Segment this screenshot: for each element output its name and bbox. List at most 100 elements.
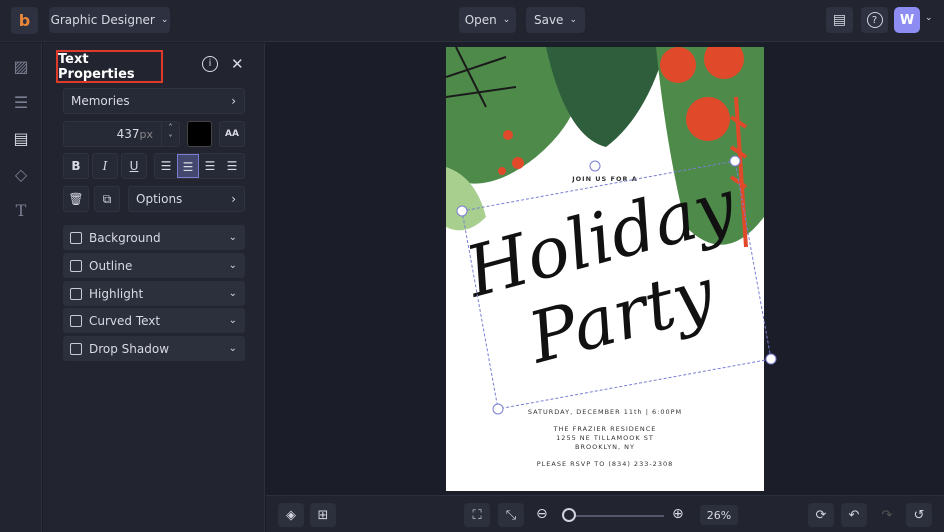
logo-icon: b	[18, 11, 31, 30]
checkbox[interactable]	[70, 231, 82, 244]
align-right-icon[interactable]: ☰	[199, 159, 221, 173]
venue-text: THE FRAZIER RESIDENCE	[553, 425, 657, 433]
checkbox[interactable]	[70, 314, 82, 327]
avatar[interactable]: W	[894, 7, 920, 33]
letter-spacing-icon: AA	[225, 129, 239, 139]
grid-icon: ⊞	[317, 507, 329, 523]
bottom-toolbar: ◈ ⊞ ⛶ ⤡ ⊖ ⊕ 26% ⟳ ↶ ↷ ↺	[266, 495, 944, 532]
chevron-down-icon: ⌄	[228, 260, 237, 271]
align-left-icon[interactable]: ☰	[155, 159, 177, 173]
font-size-unit: px	[139, 127, 154, 141]
tool-rail: ▨ ☰ ▤ ◇ T	[0, 43, 42, 532]
city-text: BROOKLYN, NY	[574, 443, 636, 451]
comment-icon: ▤	[832, 12, 847, 28]
checkbox[interactable]	[70, 342, 82, 355]
font-size-stepper[interactable]: ˄ ˅	[161, 122, 179, 146]
undo-icon: ↶	[848, 507, 860, 523]
underline-button[interactable]: U	[121, 153, 147, 179]
fit-screen-button[interactable]: ⛶	[464, 503, 490, 527]
layers-button[interactable]: ◈	[278, 503, 304, 527]
duplicate-icon: ⧉	[102, 191, 112, 206]
chevron-down-icon[interactable]: ⌄	[925, 13, 933, 23]
open-button[interactable]: Open ⌄	[459, 7, 516, 33]
chevron-down-icon: ⌄	[228, 288, 237, 299]
undo-button[interactable]: ↶	[841, 503, 867, 527]
font-size-value: 437	[116, 127, 140, 141]
chevron-right-icon: ›	[231, 192, 236, 206]
section-label: Highlight	[89, 286, 144, 301]
chevron-down-icon: ⌄	[160, 15, 169, 25]
curved-text-section[interactable]: Curved Text ⌄	[63, 308, 245, 333]
comments-button[interactable]: ▤	[826, 7, 853, 33]
zoom-slider[interactable]	[562, 515, 664, 517]
chevron-down-icon: ⌄	[569, 15, 577, 25]
align-center-icon[interactable]: ☰	[177, 154, 199, 178]
address-text: 1255 NE TILLAMOOK ST	[556, 434, 654, 442]
text-layout-icon[interactable]: ▤	[11, 129, 31, 149]
layers-icon: ◈	[286, 507, 296, 523]
top-bar: b Graphic Designer ⌄ Open ⌄ Save ⌄ ▤ ? W ⌄	[0, 0, 944, 42]
bold-button[interactable]: B	[63, 153, 89, 179]
chevron-down-icon: ⌄	[228, 343, 237, 354]
align-justify-icon[interactable]: ☰	[221, 159, 243, 173]
date-text: SATURDAY, DECEMBER 11th | 6:00PM	[527, 408, 683, 416]
checkbox[interactable]	[70, 287, 82, 300]
chevron-down-icon: ⌄	[502, 15, 511, 25]
chevron-down-icon: ⌄	[228, 232, 237, 243]
resize-handle	[765, 353, 777, 365]
section-label: Curved Text	[89, 313, 161, 328]
logo[interactable]: b	[11, 7, 38, 34]
app-menu-dropdown[interactable]: Graphic Designer ⌄	[49, 7, 170, 33]
zoom-level[interactable]: 26%	[700, 505, 738, 525]
font-select[interactable]: Memories ›	[63, 88, 245, 114]
section-label: Outline	[89, 258, 133, 273]
app-menu-label: Graphic Designer	[50, 13, 155, 27]
image-icon[interactable]: ▨	[11, 57, 31, 77]
save-label: Save	[533, 13, 564, 27]
drop-shadow-section[interactable]: Drop Shadow ⌄	[63, 336, 245, 361]
checkbox[interactable]	[70, 259, 82, 272]
options-button[interactable]: Options ›	[128, 186, 245, 212]
text-color-swatch[interactable]	[187, 121, 212, 147]
zoom-out-icon[interactable]: ⊖	[536, 506, 548, 522]
help-button[interactable]: ?	[861, 7, 888, 33]
expand-icon: ⛶	[472, 507, 482, 523]
history-icon: ↺	[913, 507, 925, 523]
italic-button[interactable]: I	[92, 153, 118, 179]
panel-title: Text Properties	[56, 50, 163, 83]
history-button[interactable]: ↺	[906, 503, 932, 527]
section-label: Drop Shadow	[89, 341, 170, 356]
highlight-section[interactable]: Highlight ⌄	[63, 281, 245, 306]
shapes-icon[interactable]: ◇	[11, 165, 31, 185]
letter-spacing-button[interactable]: AA	[219, 121, 245, 147]
text-properties-panel: Text Properties i ✕ Memories › 437 px ˄ ˅ A…	[43, 43, 265, 532]
redo-icon: ↷	[881, 507, 893, 523]
font-name: Memories	[71, 94, 130, 108]
delete-button[interactable]: 🗑	[63, 186, 89, 212]
background-section[interactable]: Background ⌄	[63, 225, 245, 250]
design-canvas[interactable]: JOIN US FOR A Holiday Party SATURDAY, DEC…	[446, 47, 764, 491]
zoom-in-icon[interactable]: ⊕	[672, 506, 684, 522]
info-icon[interactable]: i	[202, 56, 218, 72]
alignment-group: ☰ ☰ ☰ ☰	[154, 153, 245, 179]
save-button[interactable]: Save ⌄	[526, 7, 585, 33]
rsvp-text: PLEASE RSVP TO (834) 233-2308	[536, 460, 674, 468]
redo-button[interactable]: ↷	[874, 503, 900, 527]
trash-icon: 🗑	[68, 192, 84, 206]
duplicate-button[interactable]: ⧉	[94, 186, 120, 212]
adjustments-icon[interactable]: ☰	[11, 93, 31, 113]
shrink-icon: ⤡	[505, 507, 517, 523]
grid-button[interactable]: ⊞	[310, 503, 336, 527]
open-label: Open	[464, 13, 497, 27]
help-icon: ?	[866, 12, 883, 28]
refresh-button[interactable]: ⟳	[808, 503, 834, 527]
text-icon[interactable]: T	[11, 201, 31, 221]
section-label: Background	[89, 230, 161, 245]
chevron-right-icon: ›	[231, 94, 236, 108]
refresh-icon: ⟳	[815, 507, 827, 523]
zoom-slider-thumb[interactable]	[562, 508, 576, 522]
close-icon[interactable]: ✕	[231, 55, 244, 73]
shrink-button[interactable]: ⤡	[498, 503, 524, 527]
outline-section[interactable]: Outline ⌄	[63, 253, 245, 278]
chevron-down-icon: ⌄	[228, 315, 237, 326]
